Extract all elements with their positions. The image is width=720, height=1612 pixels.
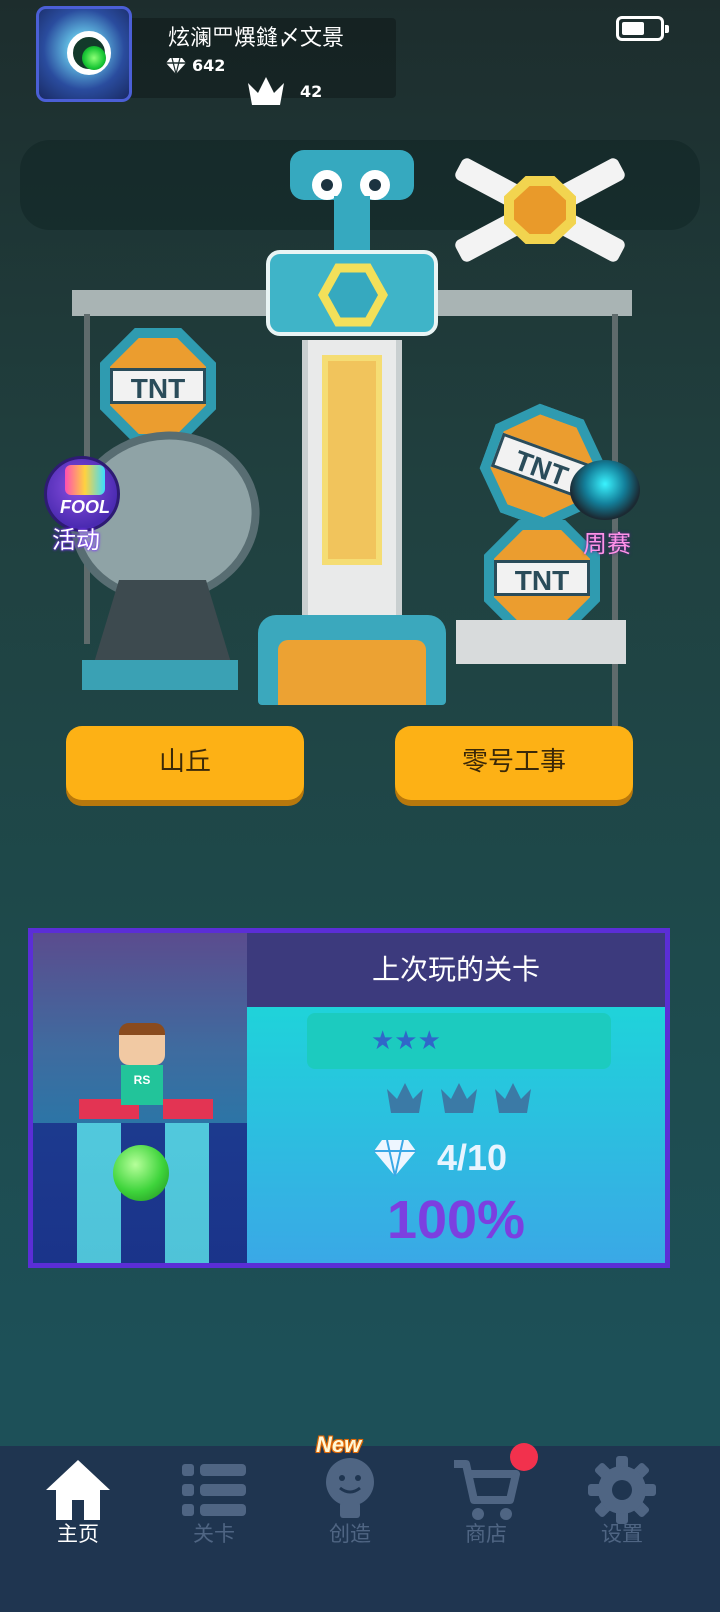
gear-icon xyxy=(588,1456,656,1524)
last-played-card[interactable]: RS 上次玩的关卡 ★★★ 4/10 100% xyxy=(28,928,670,1268)
crown-progress xyxy=(385,1079,533,1117)
nav-settings[interactable]: 设置 xyxy=(550,1446,694,1566)
pillar-base-inner xyxy=(278,640,426,705)
star-rating: ★★★ xyxy=(307,1013,611,1069)
player-avatar[interactable] xyxy=(36,6,132,102)
nav-label: 设置 xyxy=(601,1522,643,1546)
character-body: RS xyxy=(121,1065,163,1105)
nav-create[interactable]: 创造 xyxy=(278,1446,422,1566)
battery-level xyxy=(622,22,644,35)
gem-progress: 4/10 xyxy=(373,1137,507,1179)
nav-levels[interactable]: 关卡 xyxy=(142,1446,286,1566)
new-badge: New xyxy=(316,1432,362,1457)
home-icon xyxy=(46,1460,110,1520)
event-badge-text: FOOL xyxy=(60,497,110,517)
tnt-label: TNT xyxy=(494,560,590,596)
weekly-drone-icon[interactable] xyxy=(570,460,640,520)
radar-base xyxy=(82,660,238,690)
character-shirt-text: RS xyxy=(133,1073,151,1087)
battery-icon xyxy=(616,16,669,41)
star-icons: ★★★ xyxy=(371,1026,441,1056)
nav-shop[interactable]: 商店 xyxy=(414,1446,558,1566)
nav-label: 商店 xyxy=(465,1522,507,1546)
player-username: 炫澜罒熼鏠〆文景 xyxy=(168,26,345,51)
gem-stat: 642 xyxy=(166,56,225,75)
pillar-shaft-inner xyxy=(322,355,382,565)
central-pillar xyxy=(258,140,446,705)
pillar-head xyxy=(290,150,414,200)
nav-home[interactable]: 主页 xyxy=(6,1446,150,1566)
notification-dot xyxy=(510,1443,538,1471)
weekly-contest-label[interactable]: 周赛 xyxy=(583,524,631,559)
bottom-nav: 主页 关卡 创造 商店 设置 xyxy=(0,1446,720,1612)
level-zero-works-button[interactable]: 零号工事 xyxy=(395,726,633,800)
thumbnail-character: RS xyxy=(113,1023,171,1115)
diamond-icon xyxy=(166,57,186,74)
last-played-title: 上次玩的关卡 xyxy=(247,933,665,1007)
tnt-rack xyxy=(456,620,626,664)
level-hill-button[interactable]: 山丘 xyxy=(66,726,304,800)
nav-label: 主页 xyxy=(57,1522,99,1546)
crown-icon xyxy=(387,1083,423,1113)
last-played-stats: ★★★ 4/10 100% xyxy=(247,1007,665,1263)
gem-progress-count: 4/10 xyxy=(437,1137,508,1178)
list-icon xyxy=(182,1464,246,1516)
event-logo-icon xyxy=(65,465,105,495)
character-head xyxy=(119,1023,165,1065)
crown-icon xyxy=(441,1083,477,1113)
nav-label: 创造 xyxy=(329,1522,371,1546)
avatar-core xyxy=(82,46,106,70)
x-ornament xyxy=(448,156,632,264)
crown-count: 42 xyxy=(300,81,323,101)
completion-percent: 100% xyxy=(386,1190,526,1250)
green-ball xyxy=(113,1145,169,1201)
cart-icon xyxy=(454,1460,520,1520)
nav-label: 关卡 xyxy=(193,1522,235,1546)
pillar-neck xyxy=(334,196,370,256)
tnt-label: TNT xyxy=(110,368,206,404)
gem-count: 642 xyxy=(192,56,226,75)
create-icon xyxy=(326,1458,374,1518)
event-label[interactable]: 活动 xyxy=(52,520,100,555)
level-thumbnail[interactable]: RS xyxy=(33,933,247,1263)
crown-icon xyxy=(495,1083,531,1113)
diamond-icon xyxy=(374,1139,416,1177)
